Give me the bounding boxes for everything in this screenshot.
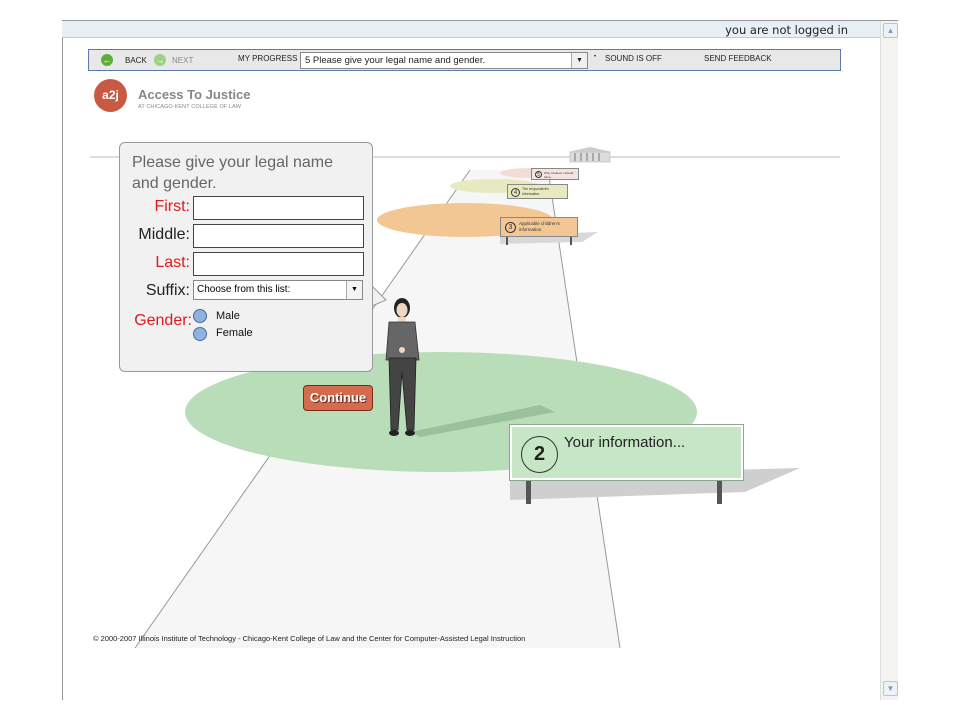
suffix-select[interactable]: Choose from this list: ▼ — [193, 280, 363, 300]
copyright-footer: © 2000-2007 Illinois Institute of Techno… — [93, 634, 526, 643]
continue-button[interactable]: Continue — [303, 385, 373, 411]
question-bubble: Please give your legal name and gender. … — [119, 142, 373, 372]
first-name-field[interactable] — [193, 196, 364, 220]
courthouse-icon — [568, 147, 612, 163]
sign-step-5-text: Why I believe I should have... — [544, 171, 574, 179]
sign-step-3-number: 3 — [505, 222, 516, 233]
sign-3-post — [506, 237, 508, 245]
gender-male-label: Male — [216, 310, 240, 322]
sign-3-post — [570, 237, 572, 245]
last-name-field[interactable] — [193, 252, 364, 276]
sign-step-5: 5 Why I believe I should have... — [531, 168, 579, 180]
sign-post-right — [717, 480, 722, 504]
sign-step-4-text: The respondent's information. — [522, 187, 549, 196]
last-name-label: Last: — [155, 254, 190, 271]
sign-your-information: 2 Your information... — [509, 424, 744, 481]
gender-male-radio[interactable] — [193, 309, 207, 323]
first-name-label: First: — [154, 198, 190, 215]
sign-step-3-text: Applicable children's information. — [519, 221, 560, 232]
sign-step-4: 4 The respondent's information. — [507, 184, 568, 199]
sign-step-5-number: 5 — [535, 171, 542, 178]
sign-step-text: Your information... — [564, 434, 686, 451]
sign-step-number: 2 — [521, 436, 558, 473]
suffix-label: Suffix: — [145, 282, 190, 299]
question-text: Please give your legal name and gender. — [132, 154, 334, 192]
sign-post-left — [526, 480, 531, 504]
gender-female-label: Female — [216, 327, 253, 339]
middle-name-field[interactable] — [193, 224, 364, 248]
sign-step-4-number: 4 — [511, 188, 520, 197]
middle-name-label: Middle: — [138, 226, 190, 243]
sign-step-3: 3 Applicable children's information. — [500, 217, 578, 237]
gender-female-radio[interactable] — [193, 327, 207, 341]
chevron-down-icon[interactable]: ▼ — [346, 281, 362, 299]
suffix-value: Choose from this list: — [197, 284, 291, 295]
gender-label: Gender: — [134, 312, 192, 329]
